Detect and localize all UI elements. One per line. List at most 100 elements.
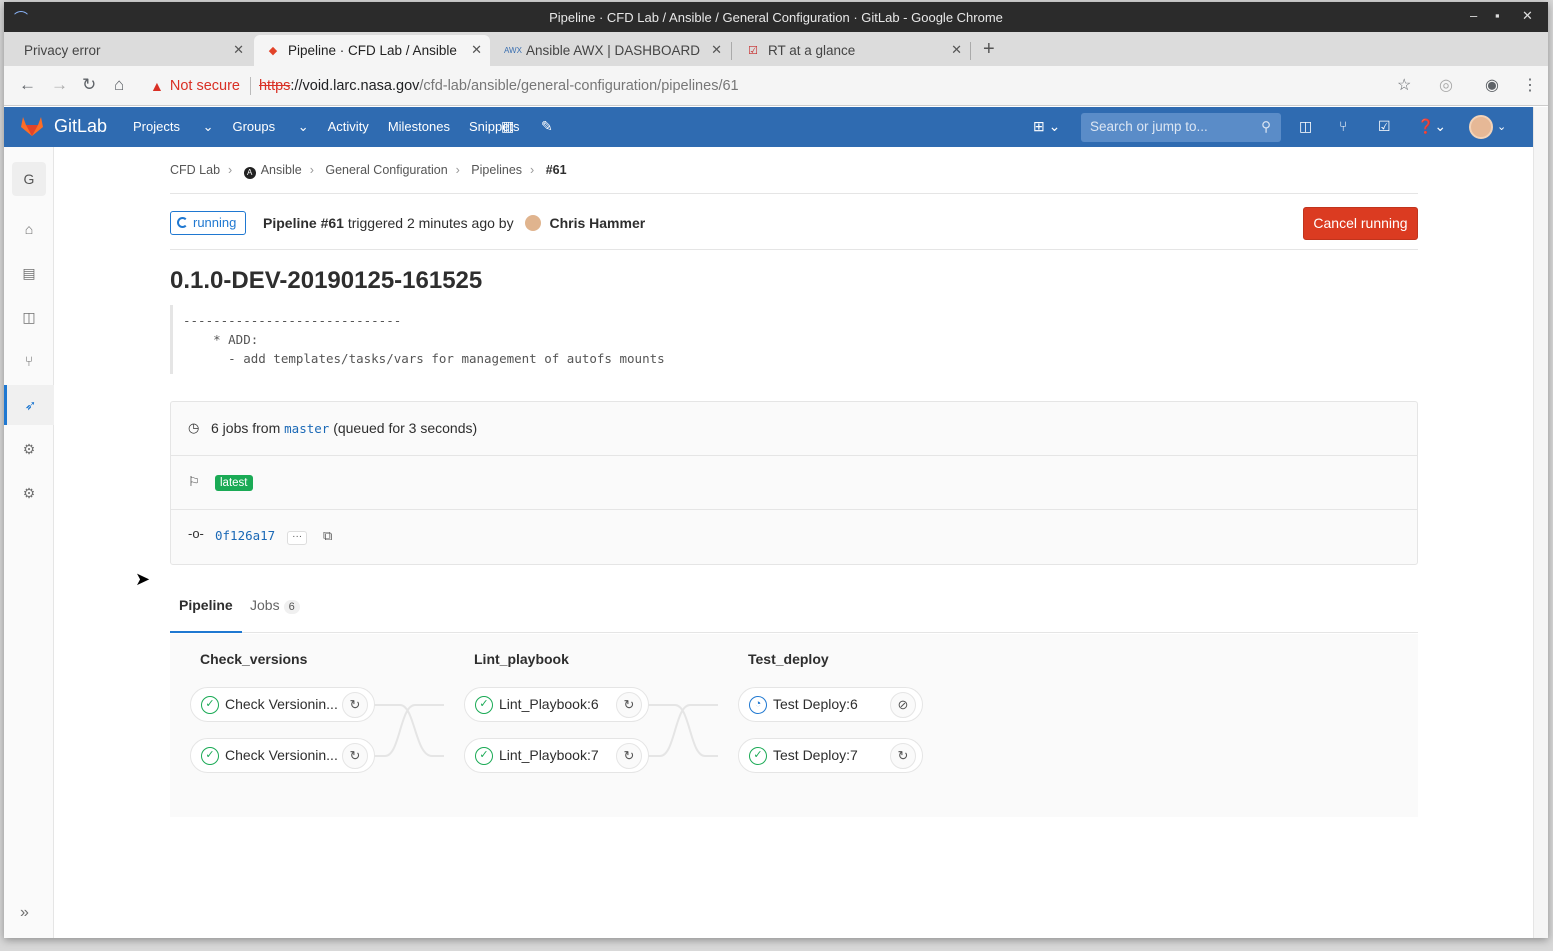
not-secure-label[interactable]: Not secure	[170, 78, 240, 94]
retry-icon[interactable]: ↻	[890, 743, 916, 769]
gitlab-nav: Projects ⌄ Groups ⌄ Activity Milestones …	[133, 119, 539, 135]
breadcrumb-ansible[interactable]: Ansible	[261, 163, 302, 177]
sidebar-settings-gear-icon[interactable]: ⚙	[4, 473, 54, 513]
user-avatar[interactable]	[1469, 115, 1493, 139]
copy-icon[interactable]: ⧉	[323, 528, 332, 544]
tab-pipeline-graph[interactable]: Pipeline	[170, 597, 242, 633]
help-icon[interactable]: ❓⌄	[1417, 118, 1446, 135]
sidebar-merge-requests-icon[interactable]: ⑂	[4, 341, 54, 381]
sidebar-operations-icon[interactable]: ⚙	[4, 429, 54, 469]
job-lint-playbook-7[interactable]: ✓ Lint_Playbook:7 ↻	[464, 738, 649, 773]
project-avatar[interactable]: G	[12, 162, 46, 196]
retry-icon[interactable]: ↻	[342, 692, 368, 718]
commit-description: ----------------------------- * ADD: - a…	[170, 305, 770, 374]
new-item-icon[interactable]: ⊞ ⌄	[1033, 118, 1060, 135]
job-test-deploy-7[interactable]: ✓ Test Deploy:7 ↻	[738, 738, 923, 773]
commit-row: -o- 0f126a17 ··· ⧉	[171, 510, 1417, 564]
author-name[interactable]: Chris Hammer	[549, 215, 645, 231]
success-check-icon: ✓	[475, 747, 493, 765]
stage-test-deploy: Test_deploy	[748, 651, 829, 667]
pipeline-id: Pipeline #61	[263, 215, 344, 231]
job-check-versioning-2[interactable]: ✓ Check Versionin... ↻	[190, 738, 375, 773]
nav-projects[interactable]: Projects ⌄	[133, 119, 213, 135]
breadcrumb-general-configuration[interactable]: General Configuration	[325, 163, 447, 177]
close-window-button[interactable]: ✕	[1522, 8, 1533, 24]
retry-icon[interactable]: ↻	[342, 743, 368, 769]
sidebar-issues-icon[interactable]: ◫	[4, 297, 54, 337]
retry-icon[interactable]: ↻	[616, 743, 642, 769]
job-name: Lint_Playbook:7	[499, 747, 599, 763]
chart-icon[interactable]: ▥	[501, 118, 514, 135]
tab-awx[interactable]: AWX Ansible AWX | DASHBOARD ✕	[492, 35, 730, 66]
breadcrumb-current[interactable]: #61	[546, 163, 567, 177]
tab-rt[interactable]: ☑ RT at a glance ✕	[734, 35, 970, 66]
maximize-button[interactable]: ▪	[1495, 8, 1500, 23]
reload-icon[interactable]: ↻	[82, 75, 96, 95]
job-check-versioning-1[interactable]: ✓ Check Versionin... ↻	[190, 687, 375, 722]
stage-check-versions: Check_versions	[200, 651, 308, 667]
close-tab-icon[interactable]: ✕	[711, 42, 722, 58]
bookmark-star-icon[interactable]: ☆	[1397, 75, 1411, 95]
job-test-deploy-6[interactable]: ◔ Test Deploy:6 ⊘	[738, 687, 923, 722]
job-lint-playbook-6[interactable]: ✓ Lint_Playbook:6 ↻	[464, 687, 649, 722]
retry-icon[interactable]: ↻	[616, 692, 642, 718]
extension-icon[interactable]: ◎	[1439, 75, 1453, 95]
todos-icon[interactable]: ☑	[1378, 118, 1391, 135]
sidebar-cicd-rocket-icon[interactable]: ➶	[4, 385, 54, 425]
tab-jobs[interactable]: Jobs 6	[250, 597, 300, 633]
flag-icon: ⚐	[188, 474, 200, 489]
close-tab-icon[interactable]: ✕	[951, 42, 962, 58]
page-scrollbar[interactable]	[1533, 107, 1548, 938]
triggered-text: triggered 2 minutes ago by	[347, 215, 514, 231]
running-status-icon	[177, 217, 188, 228]
menu-kebab-icon[interactable]: ⋮	[1522, 75, 1538, 95]
success-check-icon: ✓	[201, 696, 219, 714]
new-tab-icon[interactable]: +	[983, 39, 995, 59]
breadcrumb: CFD Lab › A Ansible › General Configuration…	[170, 163, 567, 179]
commit-sha-link[interactable]: 0f126a17	[215, 528, 275, 543]
cancel-running-button[interactable]: Cancel running	[1303, 207, 1418, 240]
gitlab-brand: GitLab	[54, 115, 108, 136]
jobs-count-text: 6 jobs from	[211, 420, 281, 436]
running-status-icon: ◔	[749, 696, 767, 714]
close-tab-icon[interactable]: ✕	[471, 42, 482, 58]
breadcrumb-cfd-lab[interactable]: CFD Lab	[170, 163, 220, 177]
chevron-down-icon[interactable]: ⌄	[1497, 120, 1506, 133]
issues-icon[interactable]: ◫	[1299, 118, 1312, 135]
pipeline-status-badge[interactable]: running	[170, 211, 247, 235]
search-input[interactable]: Search or jump to... ⚲	[1081, 113, 1281, 142]
merge-requests-icon[interactable]: ⑂	[1339, 118, 1347, 134]
tab-strip: Privacy error ✕ ◆ Pipeline · CFD Lab / A…	[4, 32, 1548, 66]
nav-milestones[interactable]: Milestones	[388, 119, 450, 135]
sidebar-repository-icon[interactable]: ▤	[4, 253, 54, 293]
forward-icon[interactable]: →	[51, 75, 68, 95]
minimize-button[interactable]: –	[1470, 8, 1477, 23]
close-tab-icon[interactable]: ✕	[233, 42, 244, 58]
gitlab-home-link[interactable]: GitLab	[20, 115, 107, 137]
back-icon[interactable]: ←	[19, 75, 36, 95]
admin-wrench-icon[interactable]: ✎	[541, 118, 553, 135]
success-check-icon: ✓	[749, 747, 767, 765]
nav-activity[interactable]: Activity	[328, 119, 369, 135]
job-name: Test Deploy:6	[773, 696, 858, 712]
rt-favicon-icon: ☑	[748, 45, 758, 57]
address-bar[interactable]: ▲ Not secure https://void.larc.nasa.gov /…	[150, 72, 1430, 100]
tab-privacy-error[interactable]: Privacy error ✕	[4, 35, 252, 66]
profile-icon[interactable]: ◉	[1485, 75, 1499, 95]
pipeline-tabs: Pipeline Jobs 6	[170, 587, 1418, 633]
sidebar-overview-icon[interactable]: ⌂	[4, 209, 54, 249]
breadcrumb-pipelines[interactable]: Pipelines	[471, 163, 522, 177]
cancel-icon[interactable]: ⊘	[890, 692, 916, 718]
tags-row: ⚐ latest	[171, 456, 1417, 510]
nav-groups[interactable]: Groups ⌄	[232, 119, 308, 135]
tab-pipeline[interactable]: ◆ Pipeline · CFD Lab / Ansible ✕	[254, 35, 490, 66]
collapse-sidebar-icon[interactable]: »	[20, 904, 29, 922]
expand-commit-button[interactable]: ···	[287, 531, 308, 545]
home-icon[interactable]: ⌂	[114, 75, 124, 95]
chrome-app-icon: ⌒	[14, 10, 28, 26]
branch-link[interactable]: master	[284, 421, 329, 436]
clock-icon: ◷	[188, 420, 200, 435]
author-avatar[interactable]	[525, 215, 542, 231]
window-title: Pipeline · CFD Lab / Ansible / General C…	[549, 9, 1003, 25]
tab-separator	[970, 42, 971, 60]
